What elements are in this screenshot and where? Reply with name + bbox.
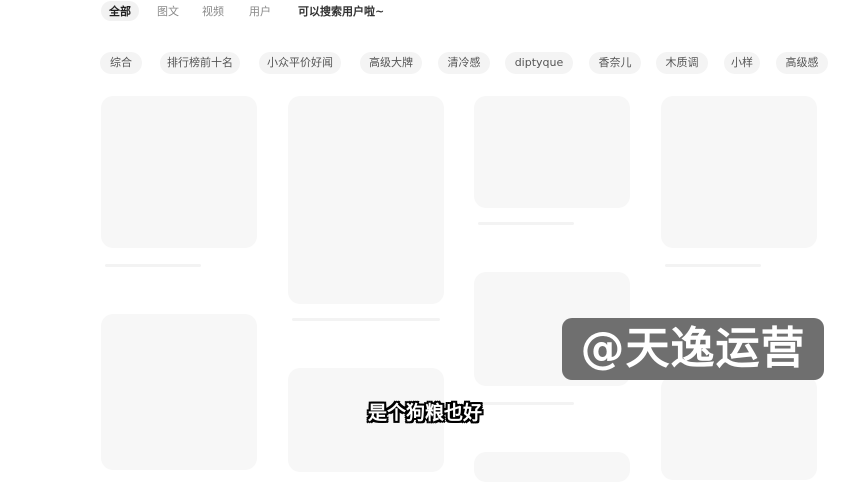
feed-card-placeholder[interactable] — [101, 314, 257, 470]
tab-notes[interactable]: 图文 — [157, 3, 179, 19]
tab-all[interactable]: 全部 — [101, 1, 139, 21]
feed-card-placeholder[interactable] — [661, 376, 817, 480]
feed-card-placeholder[interactable] — [474, 96, 630, 208]
feed-card-title-placeholder — [665, 264, 761, 267]
chip-diptyque[interactable]: diptyque — [505, 52, 573, 74]
feed-card-placeholder[interactable] — [661, 96, 817, 248]
tab-users[interactable]: 用户 — [249, 3, 271, 19]
chip-premium-feel[interactable]: 高级感 — [776, 52, 828, 74]
filter-chip-row: 综合 排行榜前十名 小众平价好闻 高级大牌 清冷感 diptyque 香奈儿 木… — [0, 52, 852, 76]
video-subtitle: 是个狗粮也好 — [367, 402, 482, 424]
feed-card-placeholder[interactable] — [288, 96, 444, 304]
feed-card-title-placeholder — [292, 318, 440, 321]
chip-woody[interactable]: 木质调 — [656, 52, 708, 74]
feed-card-placeholder[interactable] — [101, 96, 257, 248]
tab-videos[interactable]: 视频 — [202, 3, 224, 19]
search-users-hint: 可以搜索用户啦~ — [298, 5, 385, 18]
chip-cool-vibe[interactable]: 清冷感 — [438, 52, 490, 74]
chip-chanel[interactable]: 香奈儿 — [589, 52, 641, 74]
chip-top-ten[interactable]: 排行榜前十名 — [160, 52, 240, 74]
feed-card-title-placeholder — [105, 264, 201, 267]
chip-samples[interactable]: 小样 — [724, 52, 760, 74]
chip-niche-affordable[interactable]: 小众平价好闻 — [259, 52, 341, 74]
chip-luxury-brands[interactable]: 高级大牌 — [360, 52, 422, 74]
feed-card-placeholder[interactable] — [474, 452, 630, 482]
channel-watermark: @天逸运营 — [562, 318, 824, 380]
chip-comprehensive[interactable]: 综合 — [100, 52, 142, 74]
feed-card-title-placeholder — [478, 222, 574, 225]
